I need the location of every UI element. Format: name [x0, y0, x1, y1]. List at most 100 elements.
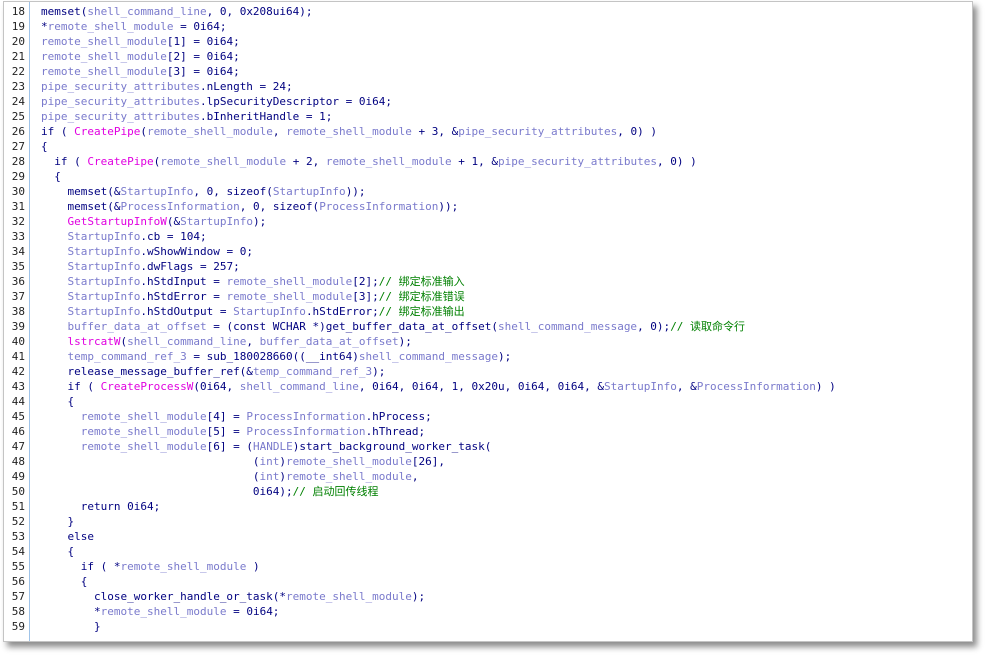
code-token: 0i64);	[252, 485, 293, 498]
code-line[interactable]: 57 close_worker_handle_or_task(*remote_s…	[4, 589, 972, 604]
code-line[interactable]: 31 memset(&ProcessInformation, 0, sizeof…	[4, 199, 972, 214]
code-line[interactable]: 40 lstrcatW(shell_command_line, buffer_d…	[4, 334, 972, 349]
code-token: );	[372, 365, 386, 378]
code-line[interactable]: 24 pipe_security_attributes.lpSecurityDes…	[4, 94, 972, 109]
code-identifier: shell_command_line	[87, 5, 207, 18]
code-token: ));	[438, 200, 459, 213]
code-text: pipe_security_attributes.lpSecurityDescr…	[41, 94, 392, 109]
line-number: 28	[11, 155, 25, 168]
code-line[interactable]: 36 StartupInfo.hStdInput = remote_shell_…	[4, 274, 972, 289]
line-number: 26	[11, 125, 25, 138]
line-number: 24	[11, 95, 25, 108]
code-token: [6] = (	[206, 440, 253, 453]
line-number: 59	[11, 620, 25, 633]
code-line[interactable]: 46 remote_shell_module[5] = ProcessInfor…	[4, 424, 972, 439]
code-line[interactable]: 42 release_message_buffer_ref(&temp_comm…	[4, 364, 972, 379]
code-identifier: pipe_security_attributes	[41, 80, 200, 93]
code-text: else	[41, 529, 95, 544]
code-token: [3] = 0i64;	[166, 65, 240, 78]
line-number: 47	[11, 440, 25, 453]
code-line[interactable]: 53 else	[4, 529, 972, 544]
line-number: 34	[11, 245, 25, 258]
code-line[interactable]: 21 remote_shell_module[2] = 0i64;	[4, 49, 972, 64]
code-line[interactable]: 59 }	[4, 619, 972, 634]
code-line[interactable]: 48 (int)remote_shell_module[26],	[4, 454, 972, 469]
pseudocode-view[interactable]: 18 memset(shell_command_line, 0, 0x208ui6…	[4, 4, 972, 634]
code-token: close_worker_handle_or_task(*	[93, 590, 287, 603]
line-number: 25	[11, 110, 25, 123]
code-text: remote_shell_module[5] = ProcessInformat…	[41, 424, 425, 439]
line-number: 53	[11, 530, 25, 543]
code-token: );	[398, 335, 412, 348]
code-identifier: remote_shell_module	[80, 425, 207, 438]
code-line[interactable]: 35 StartupInfo.dwFlags = 257;	[4, 259, 972, 274]
code-line[interactable]: 41 temp_command_ref_3 = sub_180028660((_…	[4, 349, 972, 364]
code-line[interactable]: 34 StartupInfo.wShowWindow = 0;	[4, 244, 972, 259]
code-identifier: StartupInfo	[67, 290, 141, 303]
code-token: .hStdError =	[140, 290, 227, 303]
code-line[interactable]: 22 remote_shell_module[3] = 0i64;	[4, 64, 972, 79]
code-line[interactable]: 29 {	[4, 169, 972, 184]
code-token: }	[67, 515, 75, 528]
code-token: .dwFlags = 257;	[140, 260, 240, 273]
code-token: .hStdError;	[305, 305, 379, 318]
code-line[interactable]: 44 {	[4, 394, 972, 409]
line-number: 46	[11, 425, 25, 438]
code-text: memset(&StartupInfo, 0, sizeof(StartupIn…	[41, 184, 366, 199]
code-token: ,	[246, 335, 260, 348]
code-line[interactable]: 18 memset(shell_command_line, 0, 0x208ui6…	[4, 4, 972, 19]
code-identifier: pipe_security_attributes	[458, 125, 618, 138]
code-line[interactable]: 32 GetStartupInfoW(&StartupInfo);	[4, 214, 972, 229]
code-line[interactable]: 30 memset(&StartupInfo, 0, sizeof(Startu…	[4, 184, 972, 199]
code-text: {	[41, 394, 75, 409]
line-number: 37	[11, 290, 25, 303]
code-line[interactable]: 39 buffer_data_at_offset = (const WCHAR …	[4, 319, 972, 334]
code-line[interactable]: 51 return 0i64;	[4, 499, 972, 514]
code-api-call: CreateProcessW	[100, 380, 194, 393]
code-comment: // 读取命令行	[670, 320, 746, 333]
code-text: {	[41, 139, 48, 154]
code-line[interactable]: 55 if ( *remote_shell_module )	[4, 559, 972, 574]
code-identifier: StartupInfo	[67, 230, 141, 243]
pseudocode-window: 18 memset(shell_command_line, 0, 0x208ui6…	[3, 1, 973, 642]
code-line[interactable]: 25 pipe_security_attributes.bInheritHandl…	[4, 109, 972, 124]
code-line[interactable]: 23 pipe_security_attributes.nLength = 24;	[4, 79, 972, 94]
code-token: + 1, &	[451, 155, 499, 168]
line-number: 39	[11, 320, 25, 333]
code-line[interactable]: 26 if ( CreatePipe(remote_shell_module, r…	[4, 124, 972, 139]
code-line[interactable]: 45 remote_shell_module[4] = ProcessInfor…	[4, 409, 972, 424]
code-line[interactable]: 28 if ( CreatePipe(remote_shell_module +…	[4, 154, 972, 169]
code-text: if ( CreatePipe(remote_shell_module + 2,…	[41, 154, 696, 169]
code-line[interactable]: 58 *remote_shell_module = 0i64;	[4, 604, 972, 619]
code-identifier: ProcessInformation	[696, 380, 816, 393]
code-line[interactable]: 47 remote_shell_module[6] = (HANDLE)star…	[4, 439, 972, 454]
code-line[interactable]: 37 StartupInfo.hStdError = remote_shell_…	[4, 289, 972, 304]
code-token: = 0i64;	[173, 20, 227, 33]
code-identifier: remote_shell_module	[80, 410, 207, 423]
line-number: 43	[11, 380, 25, 393]
code-line[interactable]: 19 *remote_shell_module = 0i64;	[4, 19, 972, 34]
code-token: = sub_180028660((__int64)	[186, 350, 359, 363]
code-token: memset(	[41, 5, 88, 18]
code-line[interactable]: 33 StartupInfo.cb = 104;	[4, 229, 972, 244]
code-comment: // 绑定标准输出	[378, 305, 465, 318]
code-line[interactable]: 20 remote_shell_module[1] = 0i64;	[4, 34, 972, 49]
code-token: {	[80, 575, 88, 588]
code-line[interactable]: 43 if ( CreateProcessW(0i64, shell_comma…	[4, 379, 972, 394]
code-token: {	[67, 395, 75, 408]
code-identifier: remote_shell_module	[226, 290, 353, 303]
code-identifier: remote_shell_module	[286, 125, 412, 138]
code-text: }	[41, 619, 101, 634]
code-line[interactable]: 49 (int)remote_shell_module,	[4, 469, 972, 484]
code-token: [2] = 0i64;	[166, 50, 240, 63]
line-number: 29	[11, 170, 25, 183]
code-token: if ( *	[80, 560, 121, 573]
code-line[interactable]: 38 StartupInfo.hStdOutput = StartupInfo.…	[4, 304, 972, 319]
code-line[interactable]: 54 {	[4, 544, 972, 559]
code-line[interactable]: 50 0i64);// 启动回传线程	[4, 484, 972, 499]
code-api-call: GetStartupInfoW	[67, 215, 167, 228]
code-line[interactable]: 27 {	[4, 139, 972, 154]
code-identifier: StartupInfo	[272, 185, 346, 198]
code-line[interactable]: 56 {	[4, 574, 972, 589]
code-line[interactable]: 52 }	[4, 514, 972, 529]
